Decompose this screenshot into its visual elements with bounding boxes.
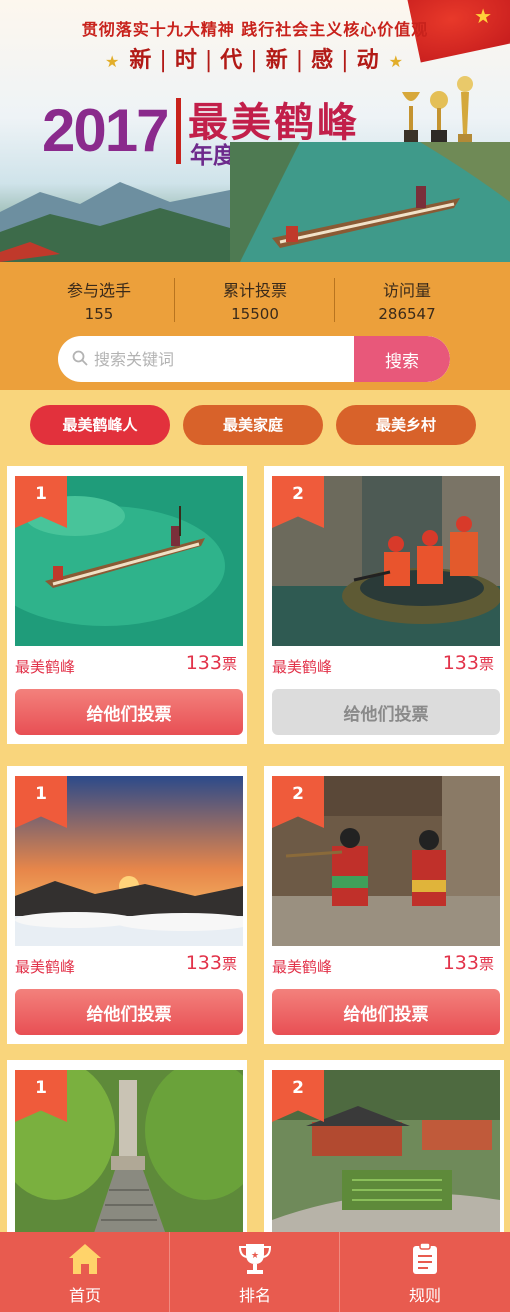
search-icon bbox=[72, 350, 88, 366]
stat-label: 参与选手 bbox=[66, 281, 131, 300]
vote-button[interactable]: 给他们投票 bbox=[15, 989, 243, 1035]
rules-icon bbox=[413, 1242, 437, 1274]
vote-button[interactable]: 给他们投票 bbox=[272, 689, 500, 735]
home-icon bbox=[69, 1244, 101, 1274]
search-input[interactable] bbox=[94, 336, 352, 382]
slogan-line-2: ★ 新 | 时 | 代 | 新 | 感 | 动 ★ bbox=[105, 48, 405, 73]
boat-illustration bbox=[272, 186, 460, 248]
vote-count: 133票 bbox=[185, 952, 237, 974]
stat-value: 155 bbox=[84, 305, 114, 323]
tab-most-beautiful-family[interactable]: 最美家庭 bbox=[183, 405, 323, 445]
stat-visits: 访问量 286547 bbox=[322, 280, 492, 324]
stat-label: 访问量 bbox=[382, 281, 431, 300]
hero-banner: ★ 贯彻落实十九大精神 践行社会主义核心价值观 ★ 新 | 时 | 代 | 新 | 感 | 动 ★ 20… bbox=[0, 0, 510, 262]
svg-text:★: ★ bbox=[251, 1251, 259, 1261]
candidate-card[interactable]: 2 最美鹤峰 133票 给他们投票 bbox=[264, 466, 504, 744]
candidate-name: 最美鹤峰 bbox=[15, 958, 76, 976]
stat-value: 286547 bbox=[378, 305, 436, 323]
vote-button[interactable]: 给他们投票 bbox=[15, 689, 243, 735]
tab-most-beautiful-village[interactable]: 最美乡村 bbox=[336, 405, 476, 445]
vote-count: 133票 bbox=[442, 652, 494, 674]
vote-count: 133票 bbox=[185, 652, 237, 674]
nav-rules[interactable]: 规则 bbox=[340, 1232, 510, 1312]
nav-ranking[interactable]: ★ 排名 bbox=[170, 1232, 340, 1312]
stat-total-votes: 累计投票 15500 bbox=[170, 280, 340, 324]
candidate-name: 最美鹤峰 bbox=[15, 658, 76, 676]
vote-button[interactable]: 给他们投票 bbox=[272, 989, 500, 1035]
candidate-card[interactable]: 2 最美鹤峰 133票 给他们投票 bbox=[264, 766, 504, 1044]
candidate-name: 最美鹤峰 bbox=[272, 658, 333, 676]
tab-most-beautiful-person[interactable]: 最美鹤峰人 bbox=[30, 405, 170, 445]
candidate-card[interactable]: 1 最美鹤峰 133票 给他们投票 bbox=[7, 466, 247, 744]
stats-panel: 参与选手 155 累计投票 15500 访问量 286547 搜索 bbox=[0, 262, 510, 390]
candidate-card[interactable]: 2 bbox=[264, 1060, 504, 1260]
trophy-icon: ★ bbox=[238, 1244, 272, 1274]
bottom-navigation: 首页 ★ 排名 规则 bbox=[0, 1232, 510, 1312]
candidate-name: 最美鹤峰 bbox=[272, 958, 333, 976]
star-icon: ★ bbox=[105, 52, 122, 71]
stat-value: 15500 bbox=[231, 305, 279, 323]
stat-label: 累计投票 bbox=[222, 281, 287, 300]
nav-label: 规则 bbox=[408, 1286, 441, 1305]
search-button[interactable]: 搜索 bbox=[354, 336, 450, 382]
stat-participants: 参与选手 155 bbox=[14, 280, 184, 324]
candidate-card[interactable]: 1 最美鹤峰 133票 给他们投票 bbox=[7, 766, 247, 1044]
search-bar: 搜索 bbox=[58, 336, 450, 382]
nav-home[interactable]: 首页 bbox=[0, 1232, 170, 1312]
nav-label: 排名 bbox=[238, 1286, 271, 1305]
star-icon: ★ bbox=[388, 52, 405, 71]
vote-count: 133票 bbox=[442, 952, 494, 974]
nav-label: 首页 bbox=[68, 1286, 101, 1305]
slogan-line-1: 贯彻落实十九大精神 践行社会主义核心价值观 bbox=[81, 20, 429, 39]
candidate-card[interactable]: 1 bbox=[7, 1060, 247, 1260]
